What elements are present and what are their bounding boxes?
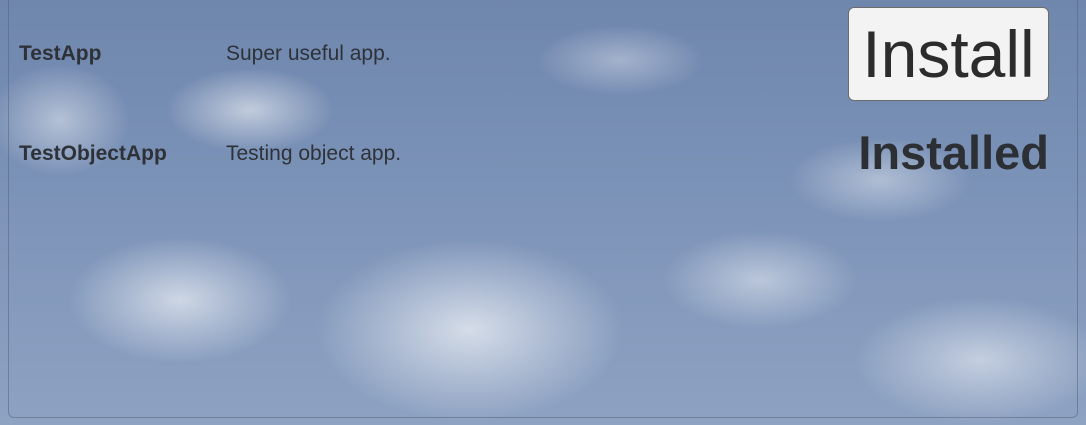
app-description: Testing object app. xyxy=(226,142,402,165)
app-row-testobjectapp: TestObjectApp Testing object app. xyxy=(19,134,401,174)
app-name: TestApp xyxy=(19,42,102,65)
installed-status-label: Installed xyxy=(858,126,1049,179)
app-description: Super useful app. xyxy=(226,42,391,65)
app-row-testapp: TestApp Super useful app. xyxy=(19,34,391,74)
install-button[interactable]: Install xyxy=(848,7,1049,101)
app-name: TestObjectApp xyxy=(19,142,167,165)
